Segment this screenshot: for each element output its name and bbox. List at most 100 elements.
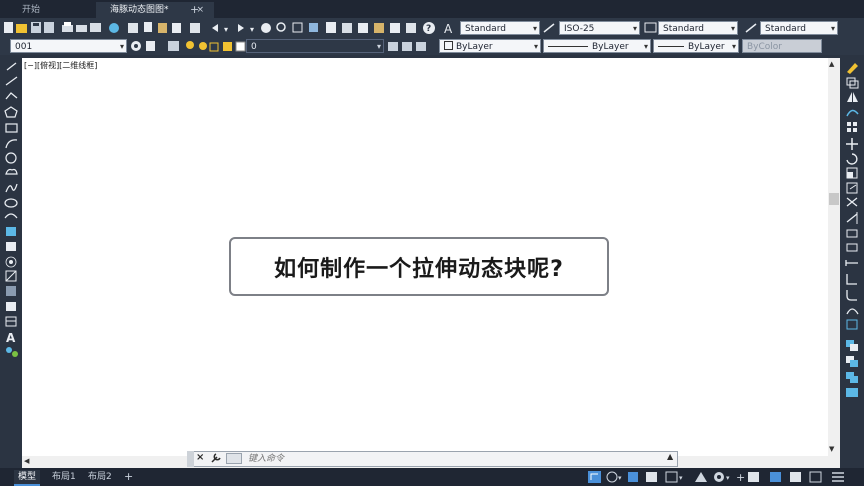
tab-layout2[interactable]: 布局2 bbox=[84, 470, 116, 484]
gradient-icon bbox=[6, 286, 16, 296]
banner-text: 如何制作一个拉伸动态块呢? bbox=[274, 256, 564, 282]
fullscreen-icon bbox=[809, 471, 822, 483]
linetype-select[interactable]: ByLayer ▾ bbox=[543, 39, 651, 53]
zoom-window-icon bbox=[292, 22, 303, 33]
layer-value: 0 bbox=[251, 42, 257, 52]
chamfer-icon bbox=[846, 274, 857, 285]
mleader-style-value: Standard bbox=[765, 24, 806, 34]
tab-layout1[interactable]: 布局1 bbox=[48, 470, 80, 484]
tool-palette-icon bbox=[358, 23, 368, 33]
publish-icon bbox=[109, 23, 119, 33]
draw-tools-icons: A bbox=[4, 62, 18, 357]
chevron-down-icon: ▾ bbox=[632, 24, 637, 33]
scroll-down-icon[interactable]: ▼ bbox=[829, 445, 834, 453]
svg-text:▾: ▾ bbox=[618, 474, 622, 482]
layer-utility-icons bbox=[388, 42, 426, 51]
scroll-left-icon[interactable]: ◀ bbox=[24, 457, 29, 465]
draworder-below-icon bbox=[846, 388, 858, 397]
svg-text:▾: ▾ bbox=[250, 25, 254, 34]
workspace-select[interactable]: 001 ▾ bbox=[10, 39, 127, 53]
trim-icon bbox=[846, 197, 858, 207]
svg-text:A: A bbox=[6, 331, 16, 345]
table-style-value: Standard bbox=[663, 24, 704, 34]
mleader-style-icon bbox=[745, 23, 757, 33]
command-input[interactable] bbox=[248, 453, 658, 465]
extend-icon bbox=[846, 212, 858, 224]
grid-display-icon: ▾ bbox=[606, 471, 622, 483]
lineweight-select[interactable]: ByLayer ▾ bbox=[653, 39, 739, 53]
tab-start[interactable]: 开始 bbox=[0, 2, 62, 18]
ellipse-icon bbox=[4, 198, 18, 208]
add-selected-icon bbox=[6, 347, 18, 357]
vertical-scroll-thumb[interactable] bbox=[829, 193, 839, 205]
lightbulb-icon bbox=[186, 41, 194, 49]
chevron-down-icon: ▾ bbox=[119, 42, 124, 51]
text-icon: A bbox=[6, 331, 16, 345]
vertical-scrollbar[interactable] bbox=[828, 58, 840, 456]
save-as-icon bbox=[44, 22, 54, 33]
recent-commands-icon[interactable] bbox=[226, 453, 242, 464]
ellipse-arc-icon bbox=[4, 213, 18, 219]
rotate-icon bbox=[846, 153, 858, 165]
tab-model[interactable]: 模型 bbox=[14, 470, 41, 486]
construction-line-icon bbox=[5, 76, 18, 86]
customize-plus-icon: + bbox=[736, 471, 745, 484]
command-history-up-icon[interactable]: ▲ bbox=[667, 452, 673, 461]
svg-text:?: ? bbox=[426, 24, 431, 34]
command-line-grip[interactable] bbox=[187, 451, 194, 467]
layer-select[interactable]: 0 ▾ bbox=[246, 39, 384, 53]
freeze-icon bbox=[223, 42, 232, 51]
zoom-realtime-icon bbox=[276, 22, 286, 32]
modify-toolbar bbox=[841, 58, 864, 468]
plotstyle-value: ByColor bbox=[747, 42, 782, 52]
text-style-value: Standard bbox=[465, 24, 506, 34]
ortho-icon bbox=[646, 472, 657, 482]
table-style-select[interactable]: Standard ▾ bbox=[658, 21, 738, 35]
make-current-icon bbox=[388, 42, 398, 51]
annotation-scale-icon bbox=[695, 472, 707, 482]
svg-text:▾: ▾ bbox=[224, 25, 228, 34]
sheet-set-icon bbox=[374, 23, 384, 33]
save-icon bbox=[31, 22, 41, 33]
command-close-icon[interactable]: × bbox=[196, 452, 204, 463]
insert-block-icon bbox=[6, 227, 16, 236]
line-icon bbox=[6, 62, 17, 71]
print-preview-icon bbox=[76, 25, 87, 32]
new-tab-button[interactable]: + bbox=[190, 2, 199, 18]
blend-curves-icon bbox=[846, 308, 859, 315]
mleader-style-select[interactable]: Standard ▾ bbox=[760, 21, 838, 35]
color-value: ByLayer bbox=[456, 42, 493, 52]
color-swatch-icon bbox=[444, 41, 453, 50]
quick-access-toolbar: ▾ ▾ ? A Standard ▾ ISO-25 ▾ Standard ▾ Stan… bbox=[0, 18, 864, 38]
plotstyle-select: ByColor bbox=[742, 39, 822, 53]
add-layout-button[interactable]: + bbox=[120, 470, 137, 484]
hatch-icon bbox=[5, 270, 17, 282]
workspace-value: 001 bbox=[15, 42, 33, 52]
gear-icon bbox=[131, 41, 141, 51]
revision-cloud-icon bbox=[5, 168, 18, 175]
lock-icon bbox=[209, 42, 219, 52]
new-file-icon bbox=[4, 22, 13, 33]
rectangle-icon bbox=[5, 123, 18, 133]
open-file-icon bbox=[16, 24, 27, 33]
scroll-up-icon[interactable]: ▲ bbox=[829, 60, 834, 68]
move-icon bbox=[846, 138, 858, 150]
wrench-icon bbox=[211, 453, 221, 463]
customize-wrench-icon[interactable] bbox=[210, 452, 221, 466]
text-style-select[interactable]: Standard ▾ bbox=[460, 21, 540, 35]
paste-icon bbox=[158, 23, 167, 33]
zoom-previous-icon bbox=[309, 23, 318, 32]
properties-icon bbox=[326, 22, 336, 33]
dim-style-select[interactable]: ISO-25 ▾ bbox=[559, 21, 640, 35]
clean-screen-icon bbox=[790, 472, 801, 482]
undo-icon: ▾ bbox=[212, 24, 228, 34]
viewport-controls-label[interactable]: [−][俯视][二维线框] bbox=[24, 60, 97, 71]
color-select[interactable]: ByLayer ▾ bbox=[439, 39, 541, 53]
clipboard-icon bbox=[190, 23, 200, 33]
mirror-icon bbox=[847, 92, 858, 102]
array-icon bbox=[847, 122, 857, 132]
scale-icon bbox=[846, 167, 858, 179]
menu-icon bbox=[832, 472, 844, 482]
stretch-icon bbox=[846, 182, 858, 194]
svg-text:A: A bbox=[444, 22, 453, 36]
